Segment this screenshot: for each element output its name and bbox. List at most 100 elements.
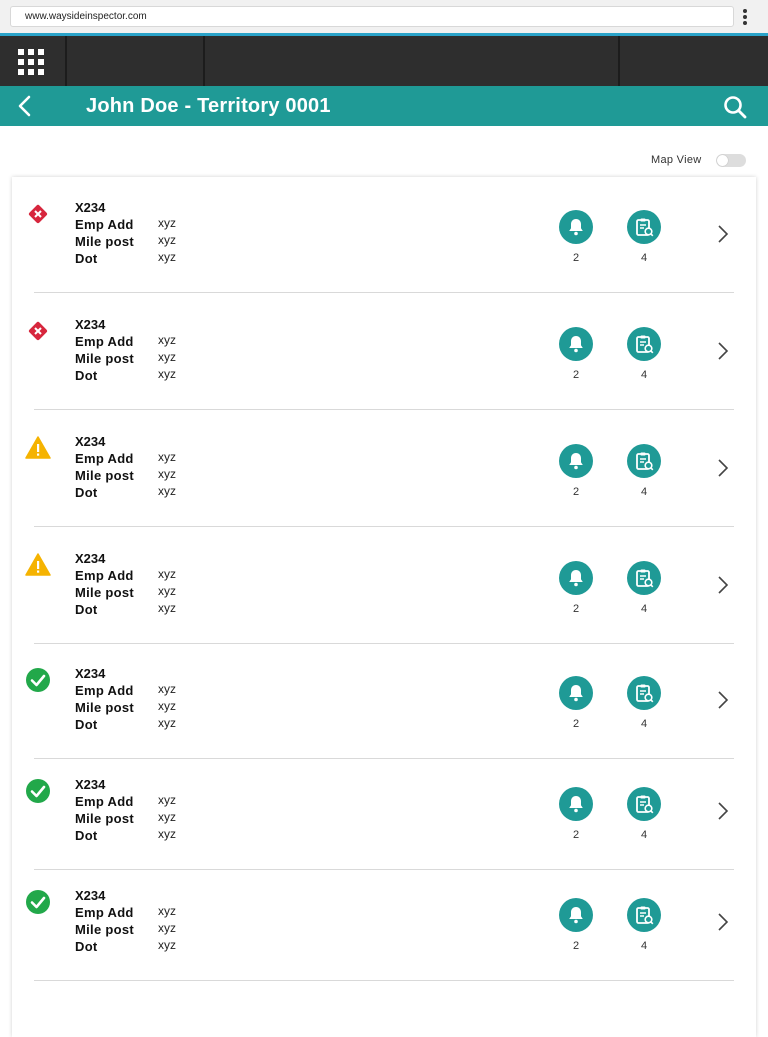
- alerts-count: 2: [572, 829, 580, 841]
- list-item[interactable]: X234 Emp Add Mile post Dot xyz xyz xyz 2 4: [12, 754, 756, 870]
- list-item[interactable]: X234 Emp Add Mile post Dot xyz xyz xyz 2 4: [12, 643, 756, 759]
- alerts-count: 2: [572, 252, 580, 264]
- mile-post-value: xyz: [158, 467, 176, 481]
- clipboard-search-icon[interactable]: [627, 561, 661, 595]
- clipboard-search-icon[interactable]: [627, 898, 661, 932]
- bell-icon[interactable]: [559, 561, 593, 595]
- dot-label: Dot: [75, 602, 98, 617]
- chevron-left-icon[interactable]: [14, 94, 38, 118]
- emp-add-value: xyz: [158, 682, 176, 696]
- chevron-right-icon[interactable]: [716, 575, 730, 595]
- dot-value: xyz: [158, 250, 176, 264]
- list-item[interactable]: X234 Emp Add Mile post Dot xyz xyz xyz 2 4: [12, 177, 756, 293]
- app-top-bar: [0, 36, 768, 86]
- dot-value: xyz: [158, 601, 176, 615]
- mile-post-value: xyz: [158, 921, 176, 935]
- mile-post-label: Mile post: [75, 468, 135, 483]
- check-icon: [25, 889, 51, 915]
- item-id: X234: [75, 200, 106, 215]
- kebab-menu-icon[interactable]: [742, 9, 748, 27]
- reports-count: 4: [640, 718, 648, 730]
- mile-post-value: xyz: [158, 810, 176, 824]
- list-item[interactable]: X234 Emp Add Mile post Dot xyz xyz xyz 2 4: [12, 528, 756, 644]
- url-field[interactable]: www.waysideinspector.com: [10, 6, 734, 27]
- bell-icon[interactable]: [559, 327, 593, 361]
- error-icon: [25, 201, 51, 227]
- reports-count: 4: [640, 829, 648, 841]
- mile-post-value: xyz: [158, 699, 176, 713]
- grid-icon[interactable]: [18, 49, 44, 75]
- item-id: X234: [75, 777, 106, 792]
- mile-post-label: Mile post: [75, 234, 135, 249]
- emp-add-value: xyz: [158, 567, 176, 581]
- chevron-right-icon[interactable]: [716, 341, 730, 361]
- dot-label: Dot: [75, 717, 98, 732]
- dot-label: Dot: [75, 939, 98, 954]
- inspection-list: X234 Emp Add Mile post Dot xyz xyz xyz 2 4 X234 Em…: [12, 177, 756, 1037]
- clipboard-search-icon[interactable]: [627, 327, 661, 361]
- mile-post-label: Mile post: [75, 700, 135, 715]
- mile-post-label: Mile post: [75, 351, 135, 366]
- chevron-right-icon[interactable]: [716, 801, 730, 821]
- clipboard-search-icon[interactable]: [627, 787, 661, 821]
- chevron-right-icon[interactable]: [716, 912, 730, 932]
- bell-icon[interactable]: [559, 444, 593, 478]
- bell-icon[interactable]: [559, 898, 593, 932]
- emp-add-label: Emp Add: [75, 451, 134, 466]
- alerts-count: 2: [572, 603, 580, 615]
- emp-add-label: Emp Add: [75, 794, 134, 809]
- search-icon[interactable]: [722, 94, 748, 120]
- list-item[interactable]: X234 Emp Add Mile post Dot xyz xyz xyz 2 4: [12, 865, 756, 981]
- browser-bar: www.waysideinspector.com: [0, 0, 768, 33]
- top-bar-divider: [65, 36, 67, 86]
- check-icon: [25, 667, 51, 693]
- emp-add-label: Emp Add: [75, 683, 134, 698]
- dot-label: Dot: [75, 485, 98, 500]
- alerts-count: 2: [572, 718, 580, 730]
- mile-post-label: Mile post: [75, 922, 135, 937]
- chevron-right-icon[interactable]: [716, 224, 730, 244]
- top-bar-divider: [618, 36, 620, 86]
- bell-icon[interactable]: [559, 210, 593, 244]
- row-divider: [34, 292, 734, 293]
- emp-add-label: Emp Add: [75, 217, 134, 232]
- list-item[interactable]: X234 Emp Add Mile post Dot xyz xyz xyz 2 4: [12, 294, 756, 410]
- chevron-right-icon[interactable]: [716, 458, 730, 478]
- clipboard-search-icon[interactable]: [627, 444, 661, 478]
- clipboard-search-icon[interactable]: [627, 676, 661, 710]
- item-id: X234: [75, 666, 106, 681]
- item-id: X234: [75, 434, 106, 449]
- emp-add-label: Emp Add: [75, 905, 134, 920]
- alerts-count: 2: [572, 486, 580, 498]
- mile-post-label: Mile post: [75, 585, 135, 600]
- check-icon: [25, 778, 51, 804]
- emp-add-label: Emp Add: [75, 334, 134, 349]
- reports-count: 4: [640, 603, 648, 615]
- alerts-count: 2: [572, 940, 580, 952]
- emp-add-value: xyz: [158, 450, 176, 464]
- item-id: X234: [75, 551, 106, 566]
- clipboard-search-icon[interactable]: [627, 210, 661, 244]
- toggle-knob: [717, 155, 728, 166]
- emp-add-value: xyz: [158, 793, 176, 807]
- mile-post-value: xyz: [158, 233, 176, 247]
- map-view-toggle[interactable]: [716, 154, 746, 167]
- bell-icon[interactable]: [559, 787, 593, 821]
- dot-value: xyz: [158, 716, 176, 730]
- row-divider: [34, 980, 734, 981]
- page-title: John Doe - Territory 0001: [86, 95, 331, 117]
- reports-count: 4: [640, 252, 648, 264]
- chevron-right-icon[interactable]: [716, 690, 730, 710]
- error-icon: [25, 318, 51, 344]
- mile-post-value: xyz: [158, 584, 176, 598]
- warning-icon: [25, 552, 51, 578]
- dot-label: Dot: [75, 828, 98, 843]
- bell-icon[interactable]: [559, 676, 593, 710]
- dot-value: xyz: [158, 484, 176, 498]
- row-divider: [34, 409, 734, 410]
- reports-count: 4: [640, 940, 648, 952]
- alerts-count: 2: [572, 369, 580, 381]
- emp-add-label: Emp Add: [75, 568, 134, 583]
- list-item[interactable]: X234 Emp Add Mile post Dot xyz xyz xyz 2 4: [12, 411, 756, 527]
- mile-post-value: xyz: [158, 350, 176, 364]
